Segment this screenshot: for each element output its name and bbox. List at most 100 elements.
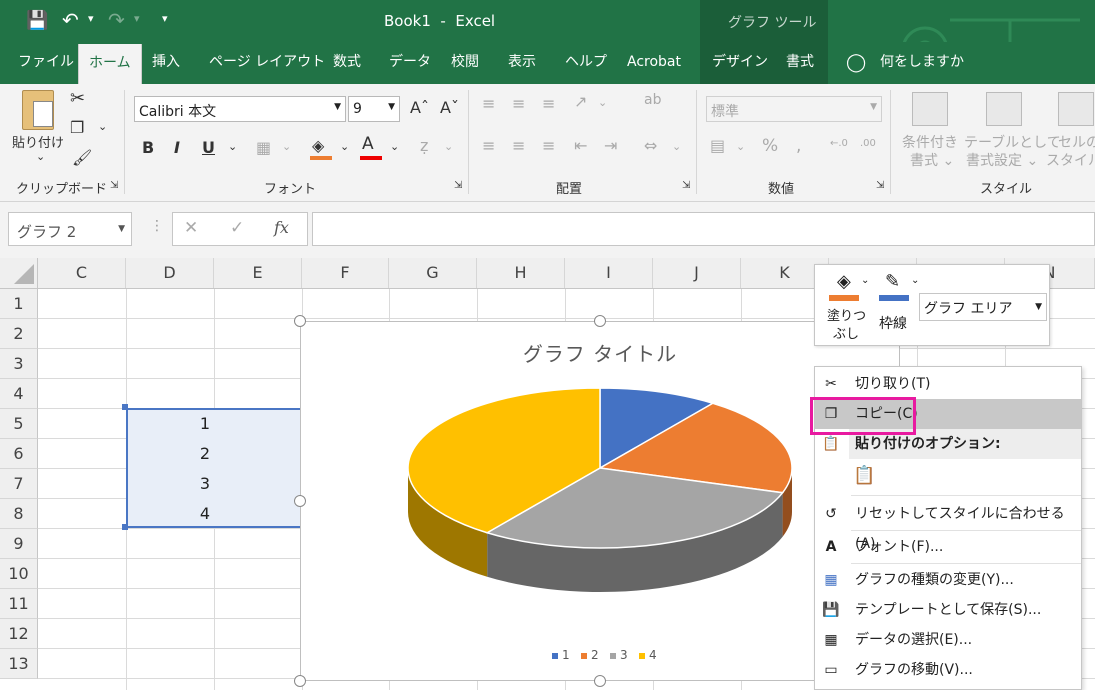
tab-review[interactable]: 校閲 [449, 42, 481, 84]
bold-button[interactable]: B [142, 138, 154, 157]
paste-option-button[interactable]: 📋 [853, 465, 879, 491]
tell-me-search[interactable]: 何をしますか [878, 42, 966, 84]
increase-font-icon[interactable]: Aˆ [410, 98, 429, 117]
column-header[interactable]: F [302, 258, 389, 288]
underline-button[interactable]: U [202, 138, 215, 157]
pie-chart[interactable] [390, 380, 810, 630]
tab-file[interactable]: ファイル [16, 42, 76, 84]
underline-dropdown-icon[interactable]: ⌄ [228, 140, 237, 153]
orientation-icon[interactable]: ↗ [574, 92, 587, 111]
decrease-indent-icon[interactable]: ⇤ [574, 136, 587, 155]
tab-insert[interactable]: 挿入 [150, 42, 182, 84]
chart-resize-handle[interactable] [294, 675, 306, 687]
column-header[interactable]: I [565, 258, 653, 288]
align-top-icon[interactable]: ≡ [482, 94, 495, 113]
chart-element-select[interactable]: グラフ エリア ▼ [919, 293, 1047, 321]
copy-icon[interactable]: ❐ [70, 118, 84, 137]
copy-dropdown-icon[interactable]: ⌄ [98, 120, 107, 133]
row-header[interactable]: 2 [0, 319, 38, 349]
fill-button-label[interactable]: 塗りつ [827, 305, 866, 324]
decrease-font-icon[interactable]: Aˇ [440, 98, 459, 117]
enter-icon[interactable]: ✓ [230, 218, 244, 238]
row-header[interactable]: 1 [0, 289, 38, 319]
format-as-table-button[interactable]: テーブルとして [964, 132, 1061, 152]
dialog-launcher-icon[interactable]: ⇲ [876, 180, 884, 191]
menu-item-reset-style[interactable]: ↺ リセットしてスタイルに合わせる(A) [815, 499, 1081, 552]
cell-styles-button[interactable]: セルの [1058, 132, 1095, 152]
font-color-dropdown-icon[interactable]: ⌄ [390, 140, 399, 153]
column-header[interactable]: J [653, 258, 741, 288]
phonetic-dropdown-icon[interactable]: ⌄ [444, 140, 453, 153]
column-header[interactable]: C [38, 258, 126, 288]
chart-legend[interactable]: 1 2 3 4 [540, 647, 670, 665]
row-header[interactable]: 12 [0, 619, 38, 649]
undo-dropdown-icon[interactable]: ▾ [88, 12, 94, 25]
formula-input[interactable] [312, 212, 1095, 246]
cell-d8[interactable]: 4 [130, 504, 210, 523]
align-left-icon[interactable]: ≡ [482, 136, 495, 155]
menu-item-font[interactable]: A フォント(F)... [815, 532, 1081, 562]
chart-resize-handle[interactable] [294, 495, 306, 507]
menu-item-cut[interactable]: ✂ 切り取り(T) [815, 369, 1081, 399]
chart-title[interactable]: グラフ タイトル [300, 338, 900, 367]
border-dropdown-icon[interactable]: ⌄ [282, 140, 291, 153]
row-header[interactable]: 7 [0, 469, 38, 499]
align-center-icon[interactable]: ≡ [512, 136, 525, 155]
column-header[interactable]: D [126, 258, 214, 288]
border-icon[interactable]: ▦ [256, 138, 271, 157]
phonetic-icon[interactable]: ẓ [420, 136, 428, 155]
outline-dropdown-icon[interactable]: ⌄ [911, 275, 919, 286]
percent-icon[interactable]: % [762, 136, 778, 156]
insert-function-button[interactable]: fx [274, 218, 289, 237]
paste-button[interactable]: 貼り付け [12, 132, 64, 151]
decrease-decimal-icon[interactable]: .00 [860, 138, 876, 149]
comma-icon[interactable]: , [796, 136, 801, 156]
fill-bucket-icon[interactable]: ◈ [837, 271, 851, 292]
row-header[interactable]: 13 [0, 649, 38, 679]
format-painter-icon[interactable]: 🖌 [72, 148, 92, 167]
accounting-format-icon[interactable]: ▤ [710, 136, 725, 155]
tab-data[interactable]: データ [387, 42, 433, 84]
align-bottom-icon[interactable]: ≡ [542, 94, 555, 113]
column-header[interactable]: G [389, 258, 477, 288]
cut-icon[interactable]: ✂ [70, 88, 85, 109]
cell-d5[interactable]: 1 [130, 414, 210, 433]
row-header[interactable]: 8 [0, 499, 38, 529]
cancel-icon[interactable]: ✕ [184, 218, 198, 238]
fill-color-icon[interactable]: ◈ [310, 136, 332, 160]
tab-help[interactable]: ヘルプ [563, 42, 609, 84]
increase-indent-icon[interactable]: ⇥ [604, 136, 617, 155]
column-header[interactable]: E [214, 258, 302, 288]
font-color-icon[interactable]: A [360, 134, 382, 160]
cell-d7[interactable]: 3 [130, 474, 210, 493]
accounting-dropdown-icon[interactable]: ⌄ [736, 140, 745, 153]
tab-design[interactable]: デザイン [710, 42, 770, 84]
merge-dropdown-icon[interactable]: ⌄ [672, 140, 681, 153]
dialog-launcher-icon[interactable]: ⇲ [454, 180, 462, 191]
row-header[interactable]: 4 [0, 379, 38, 409]
tab-acrobat[interactable]: Acrobat [625, 42, 683, 84]
save-icon[interactable]: 💾 [26, 10, 48, 31]
tab-format[interactable]: 書式 [784, 42, 816, 84]
tab-formulas[interactable]: 数式 [331, 42, 363, 84]
customize-qat-icon[interactable]: ▾ [162, 12, 168, 25]
menu-item-move-chart[interactable]: ▭ グラフの移動(V)... [815, 655, 1081, 685]
row-header[interactable]: 10 [0, 559, 38, 589]
italic-button[interactable]: I [174, 138, 180, 157]
wrap-text-icon[interactable]: ab [644, 92, 661, 108]
menu-item-change-chart-type[interactable]: ▦ グラフの種類の変更(Y)... [815, 565, 1081, 595]
column-header[interactable]: H [477, 258, 565, 288]
number-format-select[interactable]: 標準 ▼ [706, 96, 882, 122]
chart-resize-handle[interactable] [594, 315, 606, 327]
menu-item-select-data[interactable]: ▦ データの選択(E)... [815, 625, 1081, 655]
tab-view[interactable]: 表示 [506, 42, 538, 84]
cell-d6[interactable]: 2 [130, 444, 210, 463]
dialog-launcher-icon[interactable]: ⇲ [110, 180, 118, 191]
chart-resize-handle[interactable] [294, 315, 306, 327]
align-middle-icon[interactable]: ≡ [512, 94, 525, 113]
range-handle[interactable] [122, 524, 128, 530]
paste-dropdown-icon[interactable]: ⌄ [36, 150, 45, 163]
fill-dropdown-icon[interactable]: ⌄ [861, 275, 869, 286]
font-size-select[interactable]: 9 ▼ [348, 96, 400, 122]
more-options-icon[interactable]: ⋮ [150, 218, 164, 234]
